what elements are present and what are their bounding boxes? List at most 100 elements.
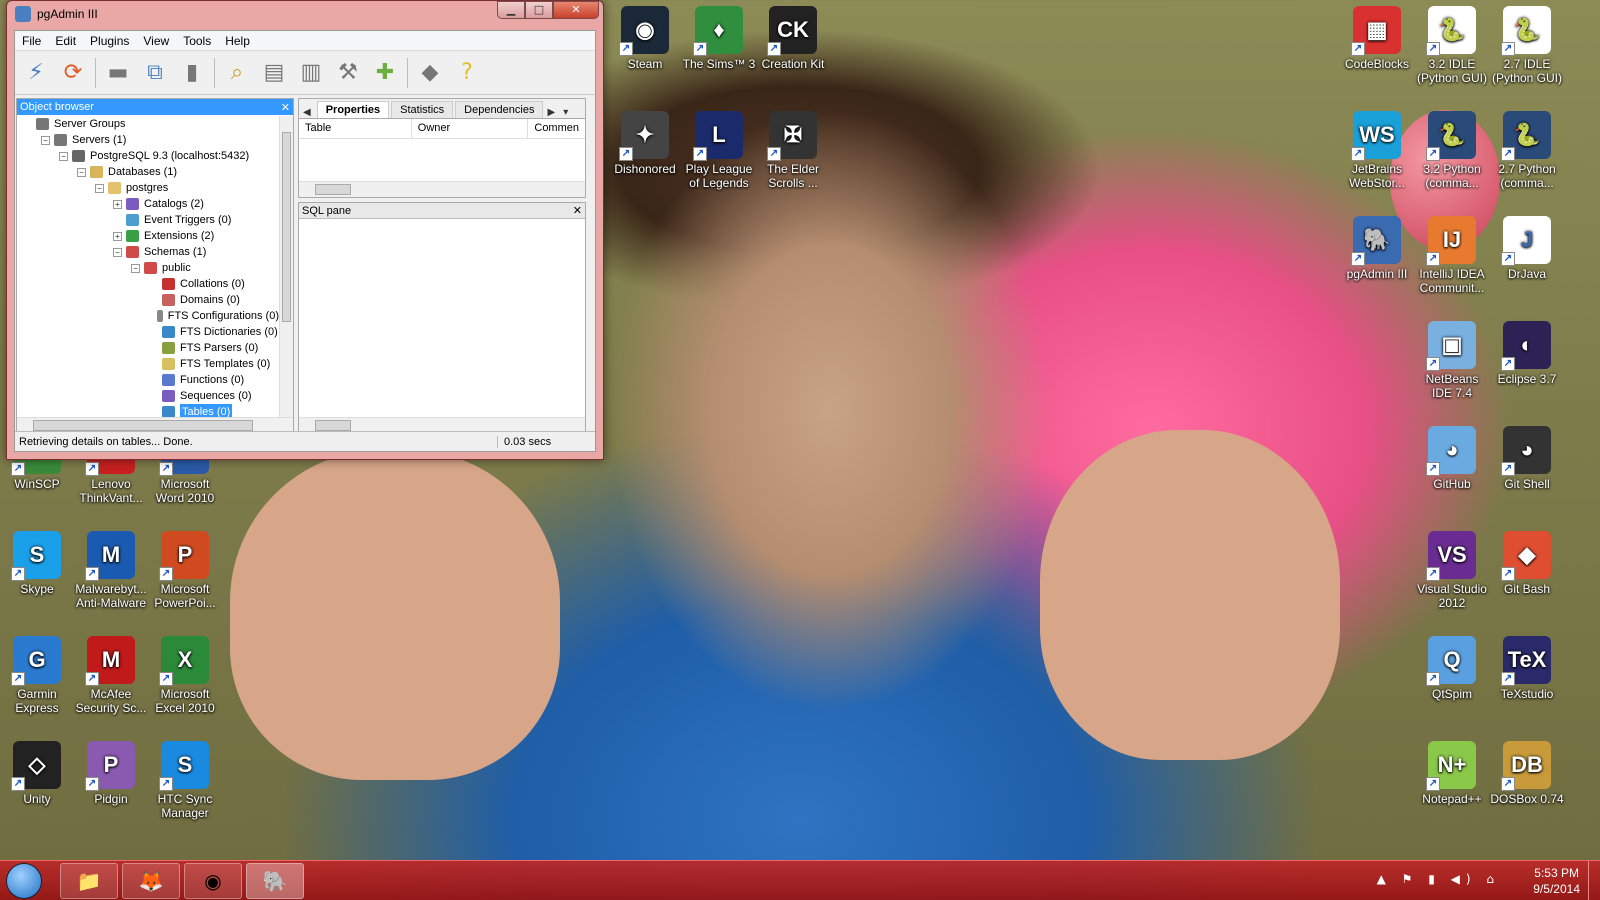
desktop-icon[interactable]: ✦Dishonored	[608, 111, 682, 176]
menu-plugins[interactable]: Plugins	[83, 34, 136, 48]
menu-file[interactable]: File	[15, 34, 48, 48]
scroll-thumb[interactable]	[315, 184, 351, 195]
desktop-icon[interactable]: N+Notepad++	[1415, 741, 1489, 806]
menu-help[interactable]: Help	[218, 34, 257, 48]
collapse-icon[interactable]: −	[41, 135, 50, 145]
desktop-icon[interactable]: CKCreation Kit	[756, 6, 830, 71]
tree-node[interactable]: FTS Configurations (0)	[17, 308, 279, 324]
tab-properties[interactable]: Properties	[316, 101, 390, 118]
explorer-icon[interactable]: 📁	[60, 863, 118, 899]
horizontal-scrollbar[interactable]	[299, 181, 585, 197]
delete-icon[interactable]: ▮	[175, 55, 209, 91]
desktop-icon[interactable]: 🐍3.2 IDLE (Python GUI)	[1415, 6, 1489, 85]
collapse-icon[interactable]: −	[95, 183, 104, 193]
tree-node[interactable]: Tables (0)	[17, 404, 279, 417]
desktop-icon[interactable]: MMalwarebyt... Anti-Malware	[74, 531, 148, 610]
maximize-button[interactable]: □	[525, 1, 553, 19]
refresh-icon[interactable]: ⟳	[56, 55, 90, 91]
collapse-icon[interactable]: −	[59, 151, 68, 161]
tab-scroll-left-icon[interactable]: ◀	[299, 107, 315, 118]
close-icon[interactable]: ✕	[573, 204, 582, 217]
filtered-data-icon[interactable]: ▥	[294, 55, 328, 91]
tree-node[interactable]: Functions (0)	[17, 372, 279, 388]
firefox-icon[interactable]: 🦊	[122, 863, 180, 899]
hint-icon[interactable]: ◆	[413, 55, 447, 91]
pgadmin-window[interactable]: pgAdmin III ▁ □ ✕ File Edit Plugins View…	[6, 0, 604, 460]
tree-node[interactable]: − public	[17, 260, 279, 276]
sql-query-icon[interactable]: ⌕	[220, 55, 254, 91]
tree-node[interactable]: Domains (0)	[17, 292, 279, 308]
tab-scroll-right-icon[interactable]: ▶	[543, 107, 559, 118]
desktop-icon[interactable]: PPidgin	[74, 741, 148, 806]
object-tree[interactable]: Server Groups − Servers (1) − PostgreSQL 9.3…	[17, 116, 279, 417]
vertical-scrollbar[interactable]	[279, 116, 293, 417]
column-header-comment[interactable]: Commen	[528, 119, 585, 138]
tree-node[interactable]: − PostgreSQL 9.3 (localhost:5432)	[17, 148, 279, 164]
connect-icon[interactable]: ⚡	[19, 55, 53, 91]
desktop-icon[interactable]: ♦The Sims™ 3	[682, 6, 756, 71]
desktop-icon[interactable]: XMicrosoft Excel 2010	[148, 636, 222, 715]
menu-tools[interactable]: Tools	[176, 34, 218, 48]
desktop-icon[interactable]: IJIntelliJ IDEA Communit...	[1415, 216, 1489, 295]
properties-icon[interactable]: ▬	[101, 55, 135, 91]
desktop-icon[interactable]: GGarmin Express	[0, 636, 74, 715]
desktop-icon[interactable]: ◇Unity	[0, 741, 74, 806]
desktop-icon[interactable]: LPlay League of Legends	[682, 111, 756, 190]
collapse-icon[interactable]: −	[113, 247, 122, 257]
desktop-icon[interactable]: 🐍2.7 IDLE (Python GUI)	[1490, 6, 1564, 85]
tree-node[interactable]: − Servers (1)	[17, 132, 279, 148]
view-data-icon[interactable]: ▤	[257, 55, 291, 91]
tree-node[interactable]: + Extensions (2)	[17, 228, 279, 244]
desktop-icon[interactable]: QQtSpim	[1415, 636, 1489, 701]
tree-node[interactable]: FTS Dictionaries (0)	[17, 324, 279, 340]
create-icon[interactable]: ⧉	[138, 55, 172, 91]
tree-node[interactable]: Sequences (0)	[17, 388, 279, 404]
desktop-icon[interactable]: ◕Git Shell	[1490, 426, 1564, 491]
desktop-icon[interactable]: ▦CodeBlocks	[1340, 6, 1414, 71]
plugins-icon[interactable]: ✚	[368, 55, 402, 91]
desktop-icon[interactable]: MMcAfee Security Sc...	[74, 636, 148, 715]
tab-menu-icon[interactable]: ▾	[559, 107, 572, 118]
collapse-icon[interactable]: −	[131, 263, 140, 273]
desktop-icon[interactable]: TeXTeXstudio	[1490, 636, 1564, 701]
tree-node[interactable]: Collations (0)	[17, 276, 279, 292]
tree-node[interactable]: − Databases (1)	[17, 164, 279, 180]
system-tray[interactable]: ▲ ⚑ ▮ ◀) ⌂	[1377, 872, 1500, 886]
column-header-table[interactable]: Table	[299, 119, 412, 138]
scroll-thumb[interactable]	[282, 132, 291, 322]
tab-dependencies[interactable]: Dependencies	[455, 101, 544, 118]
chrome-icon[interactable]: ◉	[184, 863, 242, 899]
desktop-icon[interactable]: SSkype	[0, 531, 74, 596]
tree-node[interactable]: − Schemas (1)	[17, 244, 279, 260]
collapse-icon[interactable]: −	[77, 167, 86, 177]
column-header-owner[interactable]: Owner	[412, 119, 529, 138]
close-button[interactable]: ✕	[553, 1, 599, 19]
menu-edit[interactable]: Edit	[48, 34, 83, 48]
menu-view[interactable]: View	[136, 34, 176, 48]
start-button[interactable]	[6, 863, 42, 899]
close-icon[interactable]: ✕	[281, 101, 290, 114]
desktop-icon[interactable]: ◕GitHub	[1415, 426, 1489, 491]
desktop-icon[interactable]: 🐘pgAdmin III	[1340, 216, 1414, 281]
minimize-button[interactable]: ▁	[497, 1, 525, 19]
help-icon[interactable]: ?	[450, 55, 484, 91]
desktop-icon[interactable]: ◆Git Bash	[1490, 531, 1564, 596]
tree-node[interactable]: Event Triggers (0)	[17, 212, 279, 228]
tree-node[interactable]: FTS Parsers (0)	[17, 340, 279, 356]
tab-statistics[interactable]: Statistics	[391, 101, 454, 118]
desktop-icon[interactable]: SHTC Sync Manager	[148, 741, 222, 820]
desktop-icon[interactable]: PMicrosoft PowerPoi...	[148, 531, 222, 610]
tree-node[interactable]: + Catalogs (2)	[17, 196, 279, 212]
desktop-icon[interactable]: 🐍2.7 Python (comma...	[1490, 111, 1564, 190]
scroll-thumb[interactable]	[315, 420, 351, 431]
desktop-icon[interactable]: DBDOSBox 0.74	[1490, 741, 1564, 806]
expand-icon[interactable]: +	[113, 231, 122, 241]
pgadmin-icon[interactable]: 🐘	[246, 863, 304, 899]
desktop-icon[interactable]: ✠The Elder Scrolls ...	[756, 111, 830, 190]
scroll-thumb[interactable]	[33, 420, 253, 431]
expand-icon[interactable]: +	[113, 199, 122, 209]
desktop-icon[interactable]: ◐Eclipse 3.7	[1490, 321, 1564, 386]
clock[interactable]: 5:53 PM 9/5/2014	[1533, 865, 1580, 897]
maintenance-icon[interactable]: ⚒	[331, 55, 365, 91]
tree-node[interactable]: FTS Templates (0)	[17, 356, 279, 372]
